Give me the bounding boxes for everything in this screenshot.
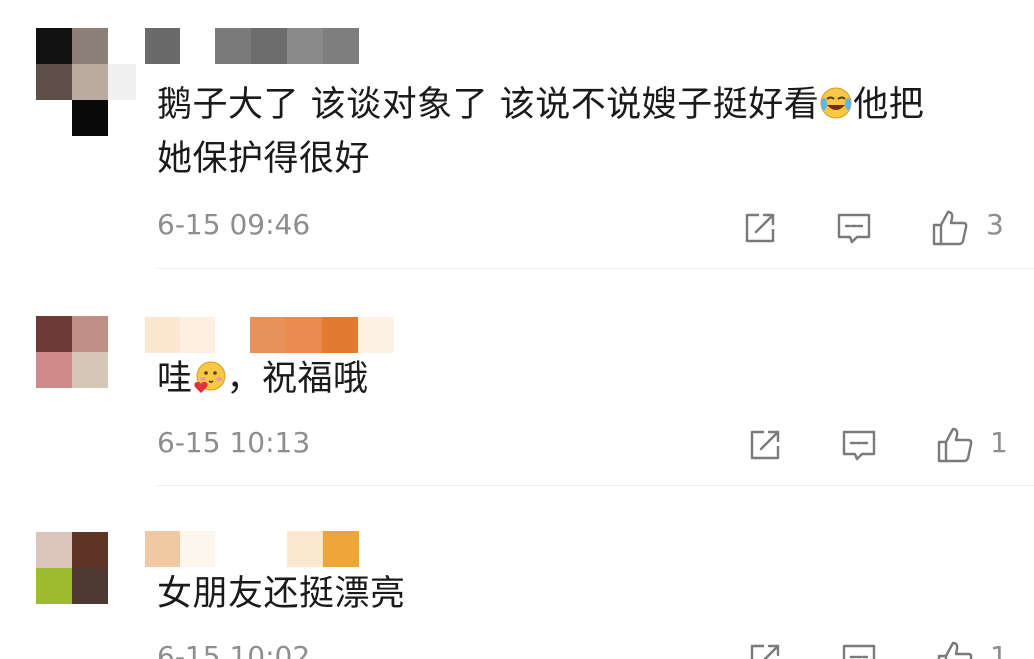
share-button[interactable] — [745, 639, 785, 659]
comment-text-end: ，祝福哦 — [226, 359, 369, 399]
like-button[interactable] — [933, 423, 977, 467]
timestamp: 6-15 10:02 — [157, 640, 311, 659]
share-button[interactable] — [745, 425, 785, 465]
like-count: 1 — [990, 426, 1008, 459]
thumbs-up-icon — [937, 641, 973, 659]
comment-text-line1-end: 他把 — [853, 85, 925, 125]
comment-text-start: 哇 — [157, 359, 193, 399]
timestamp: 6-15 10:13 — [157, 426, 311, 459]
timestamp: 6-15 09:46 — [157, 208, 311, 241]
username-blurred[interactable] — [145, 28, 360, 64]
avatar[interactable] — [36, 28, 136, 136]
comment-item-2: 哇 ，祝福哦 6-15 10:13 1 — [0, 270, 1034, 486]
reply-button[interactable] — [834, 208, 874, 248]
share-icon — [745, 213, 775, 243]
reply-comment-icon — [837, 213, 871, 244]
comment-text: 女朋友还挺漂亮 — [157, 574, 406, 614]
avatar[interactable] — [36, 316, 108, 388]
divider — [157, 268, 1034, 269]
like-count: 3 — [986, 208, 1004, 241]
comment-text-line1: 鹅子大了 该谈对象了 该说不说嫂子挺好看 — [157, 85, 820, 125]
blushing-heart-emoji-icon — [193, 361, 226, 393]
reply-comment-icon — [842, 644, 876, 659]
thumbs-up-icon — [937, 427, 973, 463]
reply-comment-icon — [842, 430, 876, 461]
share-button[interactable] — [740, 208, 780, 248]
comment-text: 哇 ，祝福哦 — [157, 352, 369, 406]
like-button[interactable] — [933, 637, 977, 659]
username-blurred[interactable] — [145, 531, 360, 567]
username-blurred[interactable] — [145, 317, 395, 353]
share-icon — [750, 644, 780, 659]
comment-text: 鹅子大了 该谈对象了 该说不说嫂子挺好看 他把 — [157, 78, 924, 132]
reply-button[interactable] — [839, 639, 879, 659]
comment-item-1: 鹅子大了 该谈对象了 该说不说嫂子挺好看 他把 她保护得很好 6-15 09:4… — [0, 0, 1034, 270]
comment-text-line2: 她保护得很好 — [157, 139, 371, 179]
laugh-cry-emoji-icon — [820, 87, 852, 119]
avatar[interactable] — [36, 532, 108, 604]
comment-item-3: 女朋友还挺漂亮 6-15 10:02 1 — [0, 486, 1034, 659]
share-icon — [750, 430, 780, 460]
like-count: 1 — [990, 640, 1008, 659]
reply-button[interactable] — [839, 425, 879, 465]
like-button[interactable] — [928, 206, 972, 250]
thumbs-up-icon — [932, 210, 968, 246]
